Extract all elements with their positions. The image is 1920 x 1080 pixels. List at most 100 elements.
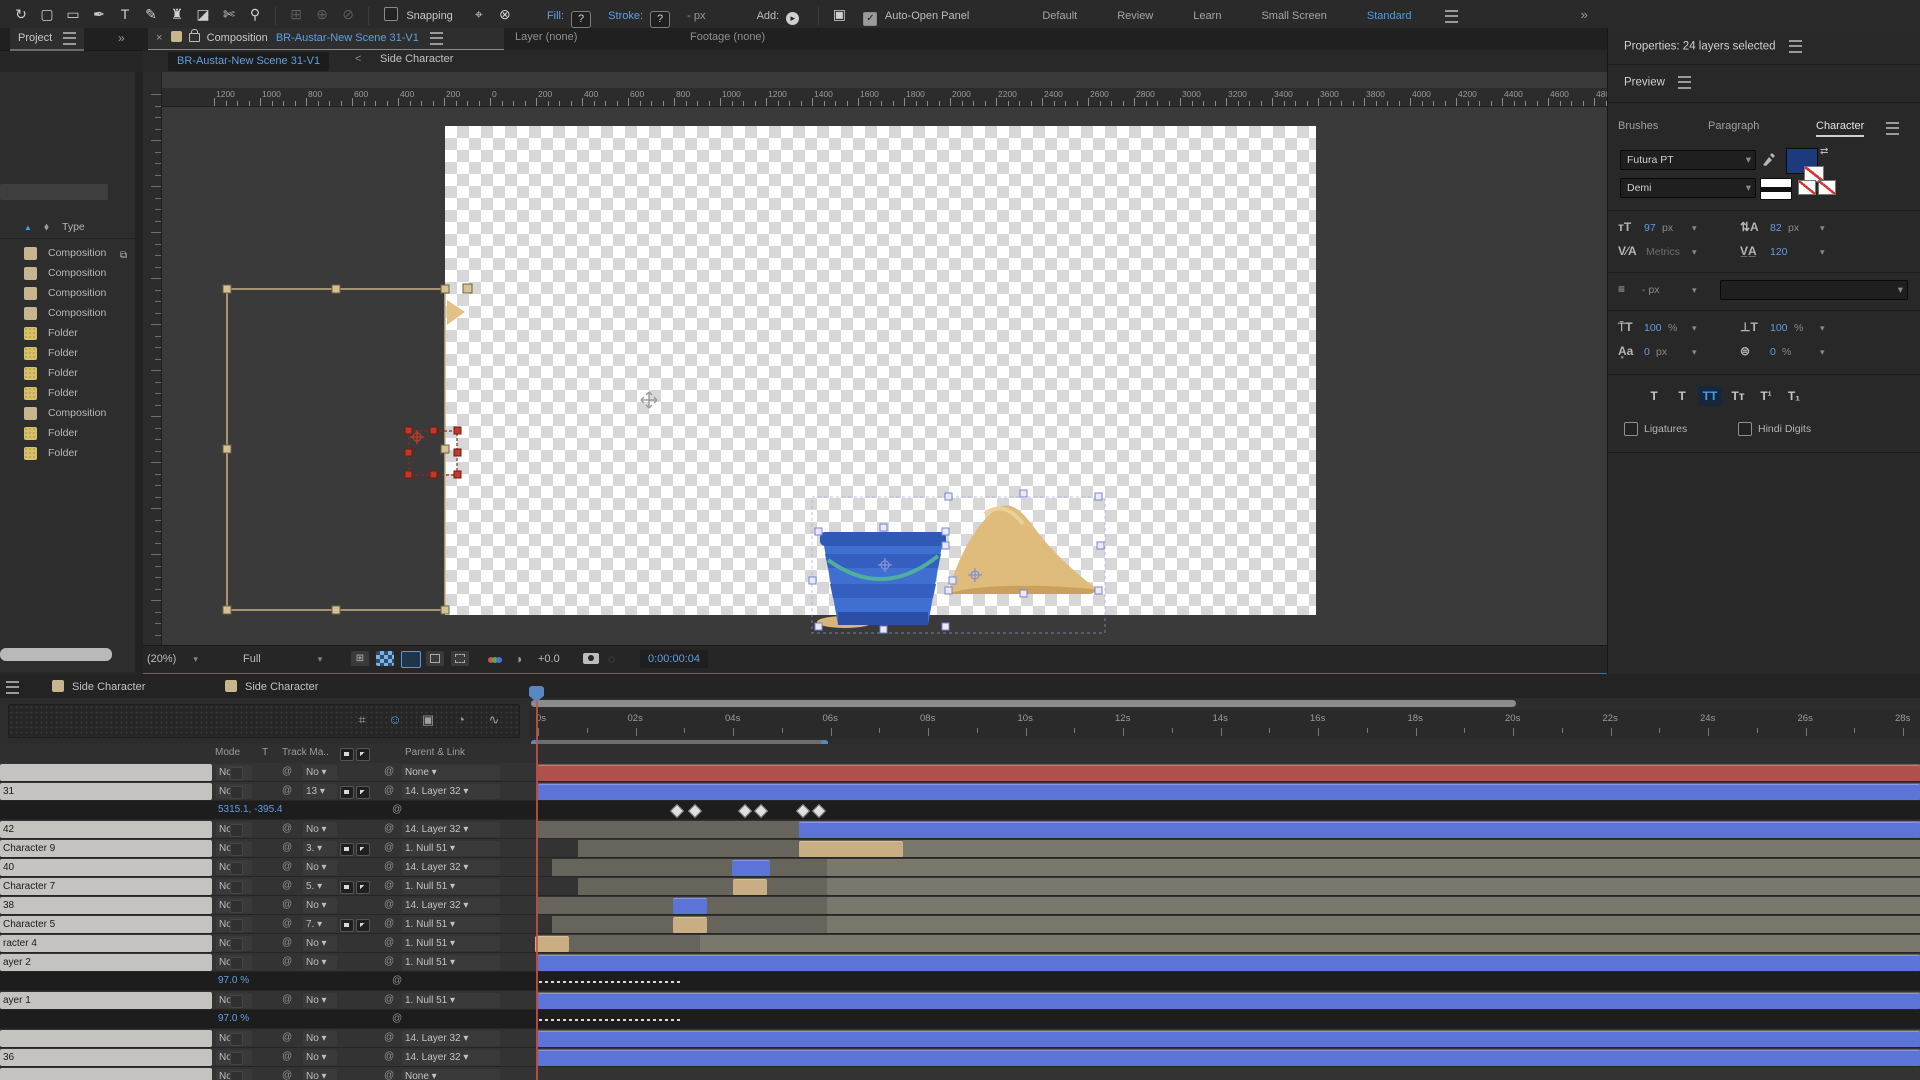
project-item-row[interactable]: Composition⧉ [0, 244, 135, 263]
layer-row[interactable]: Character 7No ▾@5. ▾@1. Null 51 ▾ [0, 877, 1920, 896]
parent-link-dropdown[interactable]: 1. Null 51 ▾ [402, 993, 500, 1008]
stroke-label[interactable]: Stroke: [608, 10, 643, 22]
layer-row[interactable]: Character 5No ▾@7. ▾@1. Null 51 ▾ [0, 915, 1920, 934]
track-matte-dropdown[interactable]: No ▾ [303, 860, 337, 875]
preview-menu-icon[interactable] [1678, 76, 1691, 89]
pickwhip-icon[interactable]: @ [282, 880, 292, 891]
property-pickwhip-icon[interactable]: @ [392, 804, 402, 815]
parent-link-dropdown[interactable]: 14. Layer 32 ▾ [402, 784, 500, 799]
track-matte-dropdown[interactable]: No ▾ [303, 936, 337, 951]
track-matte-dropdown[interactable]: No ▾ [303, 765, 337, 780]
tab-footage[interactable]: Footage (none) [690, 31, 765, 43]
tab-layer[interactable]: Layer (none) [515, 31, 577, 43]
tracking-caret[interactable]: ▾ [1820, 247, 1825, 258]
no-stroke-swatch-1[interactable] [1798, 180, 1816, 195]
layer-duration-bar[interactable] [799, 822, 1920, 839]
layer-duration-bar[interactable] [538, 1031, 1920, 1048]
pickwhip-icon[interactable]: @ [282, 1032, 292, 1043]
parent-link-dropdown[interactable]: None ▾ [402, 765, 500, 780]
parent-link-dropdown[interactable]: 14. Layer 32 ▾ [402, 898, 500, 913]
pickwhip-icon[interactable]: @ [282, 994, 292, 1005]
baseline-shift-caret[interactable]: ▾ [1692, 347, 1697, 358]
keyframe-icon[interactable] [670, 804, 684, 818]
property-value[interactable]: 97.0 % [218, 975, 249, 986]
keyframe-icon[interactable] [738, 804, 752, 818]
layer-row[interactable]: 42No ▾@No ▾@14. Layer 32 ▾ [0, 820, 1920, 839]
project-overflow-chevron[interactable]: » [118, 31, 125, 45]
workspace-small-screen[interactable]: Small Screen [1261, 10, 1326, 22]
column-t[interactable]: T [262, 747, 268, 758]
show-snapshot-icon[interactable]: ◌ [608, 650, 615, 668]
auto-open-toggle[interactable]: ✓ Auto-Open Panel [863, 10, 972, 22]
t-switch[interactable] [230, 843, 243, 856]
swap-colors-icon[interactable]: ⇄ [1820, 146, 1828, 157]
track-matte-dropdown[interactable]: No ▾ [303, 1031, 337, 1046]
parent-pickwhip-icon[interactable]: @ [384, 880, 394, 891]
parent-link-dropdown[interactable]: 14. Layer 32 ▾ [402, 822, 500, 837]
layer-name-bar[interactable]: 36 [0, 1049, 212, 1066]
stroke-swatch[interactable]: ? [650, 11, 670, 28]
project-item-row[interactable]: Folder [0, 324, 135, 343]
pickwhip-icon[interactable]: @ [282, 823, 292, 834]
track-matte-dropdown[interactable]: 5. ▾ [303, 879, 337, 894]
track-matte-dropdown[interactable]: No ▾ [303, 1050, 337, 1065]
stroke-style-dropdown[interactable]: ▾ [1720, 280, 1908, 300]
workspace-learn[interactable]: Learn [1193, 10, 1221, 22]
project-panel-menu-icon[interactable] [63, 32, 76, 45]
t-switch[interactable] [230, 900, 243, 913]
timecode-display[interactable]: 0:00:00:04 [640, 650, 708, 668]
exposure-value[interactable]: +0.0 [538, 650, 560, 668]
parent-pickwhip-icon[interactable]: @ [384, 785, 394, 796]
layer-name-bar[interactable]: Character 7 [0, 878, 212, 895]
track-matte-dropdown[interactable]: 13 ▾ [303, 784, 337, 799]
snap-option-icons[interactable]: ⌖⊗ [466, 0, 518, 28]
clone-stamp-tool-icon[interactable]: ♜ [165, 2, 189, 26]
kerning-value[interactable]: Metrics [1646, 246, 1680, 258]
shy-layers-icon[interactable]: ☺ [383, 708, 407, 732]
fill-swatch[interactable]: ? [571, 11, 591, 28]
timeline-tab-2[interactable]: Side Character [225, 677, 318, 697]
layer-name-bar[interactable]: Character 9 [0, 840, 212, 857]
parent-link-dropdown[interactable]: 14. Layer 32 ▾ [402, 1050, 500, 1065]
frame-blending-icon[interactable]: ▣ [416, 708, 440, 732]
property-pickwhip-icon[interactable]: @ [392, 975, 402, 986]
t-switch[interactable] [230, 786, 243, 799]
pickwhip-icon[interactable]: @ [282, 956, 292, 967]
parent-link-dropdown[interactable]: 14. Layer 32 ▾ [402, 860, 500, 875]
layer-row[interactable]: 31No ▾@13 ▾@14. Layer 32 ▾ [0, 782, 1920, 801]
project-item-row[interactable]: Composition [0, 404, 135, 423]
pickwhip-icon[interactable]: @ [282, 766, 292, 777]
leading-value[interactable]: 82 [1770, 222, 1782, 234]
eraser-tool-icon[interactable]: ◪ [191, 2, 215, 26]
parent-link-dropdown[interactable]: 1. Null 51 ▾ [402, 955, 500, 970]
workspace-default[interactable]: Default [1042, 10, 1077, 22]
rectangle-tool-icon[interactable]: ▭ [61, 2, 85, 26]
layer-name-bar[interactable] [0, 1068, 212, 1080]
project-item-row[interactable]: Composition [0, 304, 135, 323]
properties-menu-icon[interactable] [1789, 40, 1802, 53]
parent-link-dropdown[interactable]: 14. Layer 32 ▾ [402, 1031, 500, 1046]
parent-link-dropdown[interactable]: 1. Null 51 ▾ [402, 936, 500, 951]
snapping-checkbox[interactable] [384, 7, 398, 21]
parent-pickwhip-icon[interactable]: @ [384, 956, 394, 967]
transparency-grid-icon[interactable] [376, 651, 394, 666]
track-matte-dropdown[interactable]: No ▾ [303, 822, 337, 837]
property-value[interactable]: 5315.1, -395.4 [218, 804, 283, 815]
tracking-value[interactable]: 120 [1770, 246, 1788, 258]
layer-row[interactable]: ayer 1No ▾@No ▾@1. Null 51 ▾ [0, 991, 1920, 1010]
t-switch[interactable] [230, 824, 243, 837]
faux-style-button-0[interactable]: T [1642, 386, 1666, 406]
eyedropper-icon[interactable] [1760, 150, 1776, 168]
parent-pickwhip-icon[interactable]: @ [384, 766, 394, 777]
lock-icon[interactable] [189, 33, 200, 42]
text-box-outline[interactable] [223, 285, 449, 614]
graph-editor-icon[interactable]: ∿ [482, 708, 506, 732]
leading-caret[interactable]: ▾ [1820, 223, 1825, 234]
parent-pickwhip-icon[interactable]: @ [384, 1070, 394, 1080]
tsume-caret[interactable]: ▾ [1820, 347, 1825, 358]
composition-canvas[interactable] [445, 126, 1316, 615]
mask-visibility-icon[interactable] [426, 651, 444, 666]
layer-name-bar[interactable]: racter 4 [0, 935, 212, 952]
column-track-matte[interactable]: Track Ma.. [282, 747, 329, 758]
resolution-dropdown[interactable]: Full ▾ [243, 650, 322, 668]
